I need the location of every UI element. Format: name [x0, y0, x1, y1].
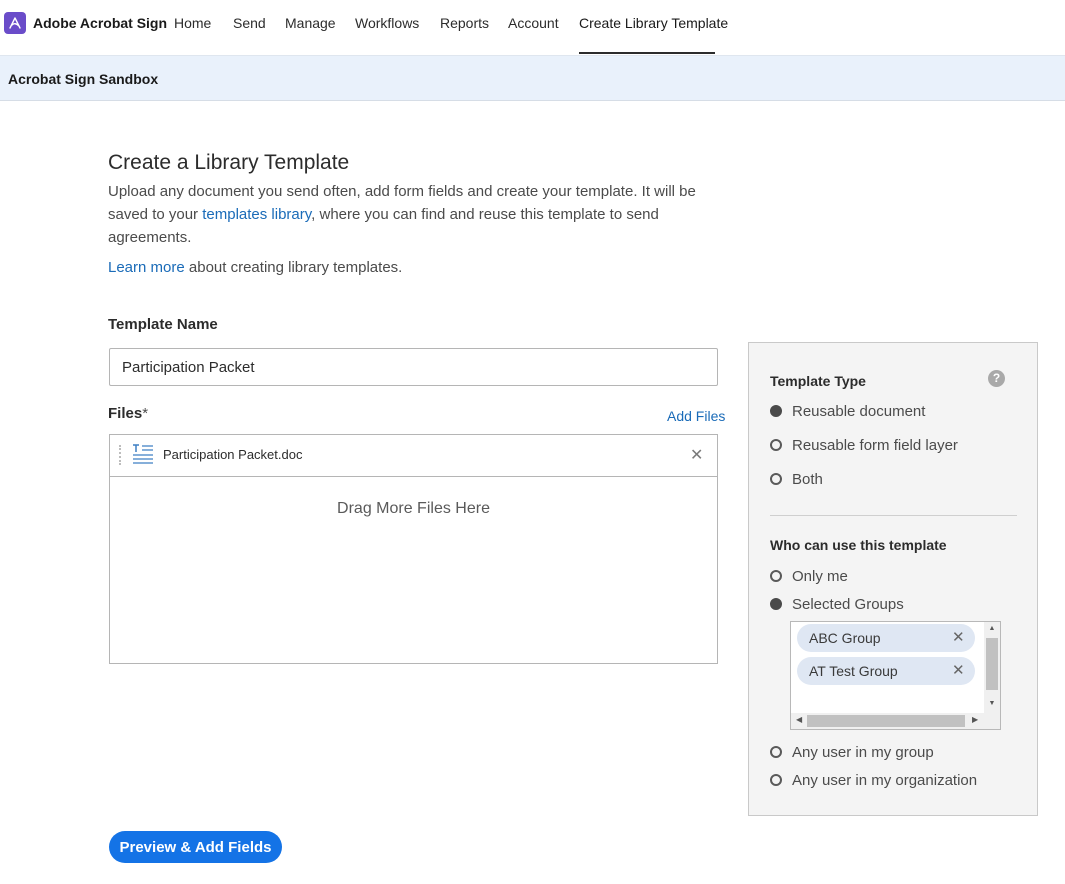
required-mark: * — [142, 405, 149, 422]
scroll-down-arrow-icon[interactable]: ▼ — [984, 700, 1000, 707]
nav-workflows[interactable]: Workflows — [355, 15, 419, 31]
panel-divider — [770, 515, 1017, 516]
group-tag: AT Test Group ✕ — [797, 657, 975, 685]
radio-both[interactable]: Both — [770, 470, 823, 488]
group-tag-label: AT Test Group — [809, 663, 898, 679]
radio-label: Reusable form field layer — [792, 436, 958, 454]
acrobat-sign-logo-icon — [4, 12, 26, 34]
radio-label: Any user in my group — [792, 743, 934, 761]
template-name-label: Template Name — [108, 316, 218, 333]
radio-label: Both — [792, 470, 823, 488]
nav-create-library-template[interactable]: Create Library Template — [579, 15, 728, 31]
group-tag: ABC Group ✕ — [797, 624, 975, 652]
templates-library-link[interactable]: templates library — [202, 206, 311, 223]
active-tab-indicator — [579, 52, 715, 54]
radio-any-user-in-group[interactable]: Any user in my group — [770, 743, 934, 761]
files-label: Files* — [108, 405, 148, 422]
scroll-thumb[interactable] — [807, 715, 965, 727]
nav-reports[interactable]: Reports — [440, 15, 489, 31]
radio-button[interactable] — [770, 473, 782, 485]
page-title: Create a Library Template — [108, 151, 350, 174]
radio-button[interactable] — [770, 570, 782, 582]
drop-zone-text: Drag More Files Here — [337, 500, 490, 517]
radio-selected-groups[interactable]: Selected Groups — [770, 595, 904, 613]
remove-group-close-icon[interactable]: ✕ — [952, 628, 965, 646]
radio-button[interactable] — [770, 774, 782, 786]
scroll-up-arrow-icon[interactable]: ▲ — [984, 625, 1000, 632]
selected-groups-list: ABC Group ✕ AT Test Group ✕ ▲ ▼ ◀ ▶ — [790, 621, 1001, 730]
preview-add-fields-button[interactable]: Preview & Add Fields — [109, 831, 282, 863]
radio-label: Any user in my organization — [792, 771, 978, 789]
template-type-title: Template Type — [770, 373, 866, 389]
radio-label: Selected Groups — [792, 595, 904, 613]
sandbox-label: Acrobat Sign Sandbox — [8, 71, 159, 87]
file-row[interactable]: Participation Packet.doc ✕ — [110, 435, 717, 477]
nav-home[interactable]: Home — [174, 15, 211, 31]
horizontal-scrollbar[interactable]: ◀ ▶ — [791, 713, 984, 729]
radio-button[interactable] — [770, 439, 782, 451]
remove-file-close-icon[interactable]: ✕ — [690, 445, 703, 465]
files-label-text: Files — [108, 405, 143, 422]
file-name: Participation Packet.doc — [163, 447, 303, 462]
scroll-left-arrow-icon[interactable]: ◀ — [796, 715, 802, 724]
radio-only-me[interactable]: Only me — [770, 567, 848, 585]
nav-send[interactable]: Send — [233, 15, 266, 31]
brand[interactable]: Adobe Acrobat Sign — [4, 11, 167, 35]
files-list: Participation Packet.doc ✕ Drag More Fil… — [109, 434, 718, 664]
radio-button[interactable] — [770, 746, 782, 758]
help-icon[interactable]: ? — [988, 370, 1005, 387]
who-can-use-title: Who can use this template — [770, 537, 947, 553]
vertical-scrollbar[interactable]: ▲ ▼ — [984, 622, 1000, 713]
radio-reusable-document[interactable]: Reusable document — [770, 402, 925, 420]
sandbox-banner: Acrobat Sign Sandbox — [0, 55, 1065, 101]
drag-handle-icon[interactable] — [119, 445, 122, 465]
remove-group-close-icon[interactable]: ✕ — [952, 661, 965, 679]
radio-label: Reusable document — [792, 402, 926, 420]
scroll-thumb[interactable] — [986, 638, 998, 690]
add-files-link[interactable]: Add Files — [667, 408, 725, 424]
learn-more-link[interactable]: Learn more — [108, 259, 185, 276]
nav-account[interactable]: Account — [508, 15, 559, 31]
file-drop-zone[interactable]: Drag More Files Here — [110, 478, 717, 663]
radio-button-checked[interactable] — [770, 598, 782, 610]
template-name-input[interactable] — [109, 348, 718, 386]
radio-any-user-in-organization[interactable]: Any user in my organization — [770, 771, 977, 789]
document-icon — [132, 444, 154, 469]
scroll-right-arrow-icon[interactable]: ▶ — [972, 715, 978, 724]
top-navigation: Adobe Acrobat Sign Home Send Manage Work… — [0, 0, 1065, 55]
learn-more-after: about creating library templates. — [184, 259, 403, 276]
intro-text: Upload any document you send often, add … — [108, 180, 708, 249]
learn-more-text: Learn more about creating library templa… — [108, 259, 402, 276]
template-settings-panel: Template Type ? Reusable document Reusab… — [748, 342, 1038, 816]
radio-reusable-form-field-layer[interactable]: Reusable form field layer — [770, 436, 958, 454]
group-tag-label: ABC Group — [809, 630, 881, 646]
scrollbar-corner — [984, 713, 1000, 729]
radio-button-checked[interactable] — [770, 405, 782, 417]
nav-manage[interactable]: Manage — [285, 15, 336, 31]
app-name: Adobe Acrobat Sign — [33, 15, 168, 31]
radio-label: Only me — [792, 567, 848, 585]
